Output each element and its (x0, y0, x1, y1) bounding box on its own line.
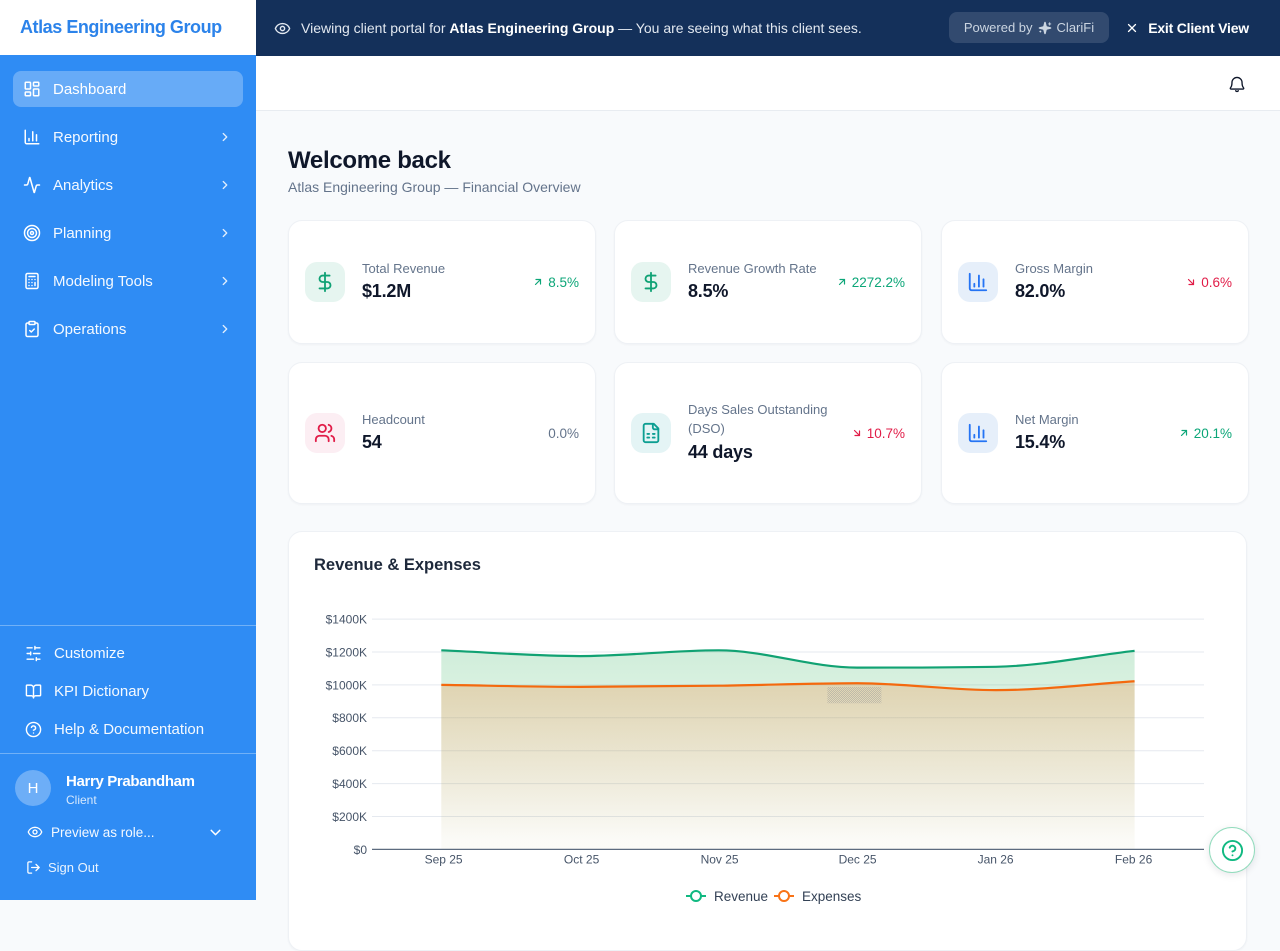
svg-text:Revenue: Revenue (714, 889, 768, 904)
svg-text:Dec 25: Dec 25 (839, 853, 877, 867)
svg-text:Jan 26: Jan 26 (978, 853, 1014, 867)
svg-text:$1200K: $1200K (326, 645, 367, 659)
svg-text:$1400K: $1400K (326, 613, 367, 627)
svg-text:Nov 25: Nov 25 (701, 853, 739, 867)
svg-text:Sep 25: Sep 25 (425, 853, 463, 867)
svg-text:$200K: $200K (332, 810, 367, 824)
svg-text:Expenses: Expenses (802, 889, 862, 904)
svg-text:$400K: $400K (332, 777, 367, 791)
svg-text:Oct 25: Oct 25 (564, 853, 600, 867)
svg-text:$0: $0 (354, 843, 368, 857)
svg-text:Feb 26: Feb 26 (1115, 853, 1153, 867)
svg-text:$1000K: $1000K (326, 678, 367, 692)
svg-text:$800K: $800K (332, 711, 367, 725)
svg-text:$600K: $600K (332, 744, 367, 758)
